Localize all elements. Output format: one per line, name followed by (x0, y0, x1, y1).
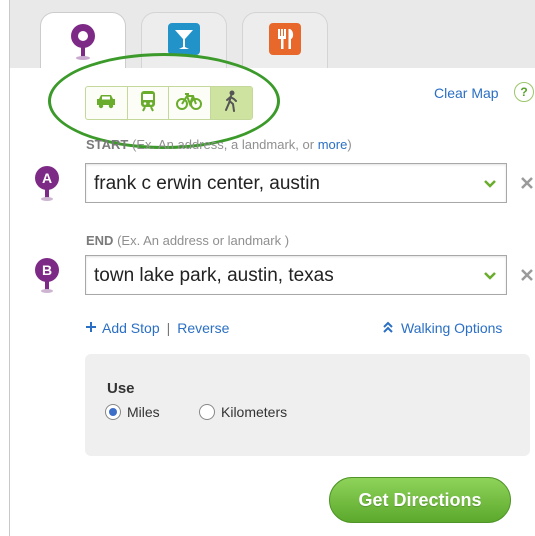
units-label: Use (107, 380, 135, 397)
walking-options-panel: Use Miles Kilometers (85, 354, 530, 456)
kilometers-label: Kilometers (221, 404, 288, 420)
directions-widget: Clear Map ? START (Ex. An address, a lan… (9, 0, 535, 536)
more-link[interactable]: more (318, 137, 348, 152)
start-input[interactable] (94, 171, 474, 197)
map-pin-icon (68, 23, 98, 66)
start-label-text: START (86, 137, 129, 152)
miles-radio[interactable] (105, 404, 121, 420)
start-hint: (Ex. An address, a landmark, or (132, 137, 315, 152)
fork-knife-icon (269, 23, 301, 60)
start-marker-a: A (34, 166, 60, 202)
link-separator: | (166, 320, 171, 336)
kilometers-option[interactable]: Kilometers (199, 404, 287, 420)
train-icon (140, 90, 156, 117)
end-hint: (Ex. An address or landmark ) (117, 233, 290, 248)
help-icon[interactable]: ? (514, 82, 534, 102)
walking-options-label: Walking Options (401, 320, 503, 336)
travel-mode-selector (85, 86, 253, 120)
end-input-box (85, 255, 507, 295)
bicycle-icon (176, 92, 203, 115)
bike-mode-button[interactable] (169, 87, 211, 119)
remove-end-icon[interactable] (519, 267, 535, 283)
plus-icon (85, 320, 102, 336)
transit-mode-button[interactable] (128, 87, 169, 119)
start-hint-close: ) (347, 137, 352, 152)
get-directions-button[interactable]: Get Directions (329, 477, 511, 523)
marker-b-letter: B (42, 262, 52, 278)
start-input-box (85, 163, 507, 203)
miles-option[interactable]: Miles (105, 404, 160, 420)
walk-mode-button[interactable] (210, 87, 252, 119)
end-label: END (Ex. An address or landmark ) (86, 233, 289, 248)
add-stop-link[interactable]: Add Stop (102, 320, 160, 336)
clear-map-link[interactable]: Clear Map (434, 85, 499, 101)
drive-mode-button[interactable] (86, 87, 128, 119)
tab-bar (9, 0, 535, 70)
double-chevron-up-icon (382, 320, 401, 336)
end-marker-b: B (34, 258, 60, 294)
walking-person-icon (224, 90, 238, 117)
car-icon (95, 93, 117, 114)
remove-start-icon[interactable] (519, 175, 535, 191)
route-actions: Add Stop | Reverse (85, 320, 229, 336)
marker-a-letter: A (42, 170, 52, 186)
kilometers-radio[interactable] (199, 404, 215, 420)
start-label: START (Ex. An address, a landmark, or mo… (86, 137, 352, 152)
tab-restaurants[interactable] (242, 12, 328, 69)
chevron-down-icon[interactable] (482, 265, 498, 285)
reverse-link[interactable]: Reverse (177, 320, 229, 336)
end-label-text: END (86, 233, 114, 248)
chevron-down-icon[interactable] (482, 173, 498, 193)
miles-label: Miles (127, 404, 160, 420)
walking-options-toggle[interactable]: Walking Options (382, 320, 502, 336)
end-input[interactable] (94, 263, 474, 289)
